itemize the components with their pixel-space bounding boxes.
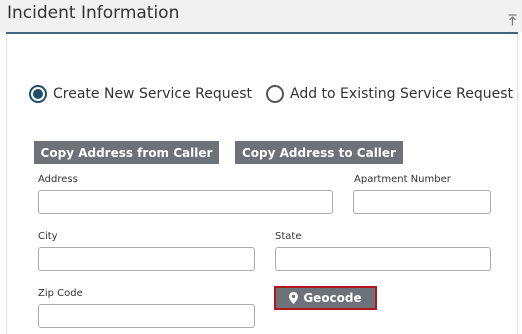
zip-code-label: Zip Code xyxy=(38,288,83,299)
panel-border-left xyxy=(6,34,7,334)
radio-label-create-new: Create New Service Request xyxy=(53,86,253,102)
radio-create-new-request[interactable]: Create New Service Request xyxy=(29,84,252,104)
map-marker-icon xyxy=(289,292,299,304)
collapse-up-icon[interactable] xyxy=(508,11,517,26)
apartment-number-label: Apartment Number xyxy=(354,174,451,185)
header-divider xyxy=(6,32,518,34)
state-label: State xyxy=(275,231,302,242)
panel-header: Incident Information xyxy=(0,0,522,32)
radio-button-selected[interactable] xyxy=(29,85,47,103)
copy-address-to-caller-button[interactable]: Copy Address to Caller xyxy=(235,141,403,164)
radio-label-add-existing: Add to Existing Service Request xyxy=(290,86,514,102)
copy-address-from-caller-button[interactable]: Copy Address from Caller xyxy=(34,141,219,164)
zip-code-input[interactable] xyxy=(38,304,255,328)
city-label: City xyxy=(38,231,58,242)
city-input[interactable] xyxy=(38,247,255,271)
address-input[interactable] xyxy=(38,190,333,214)
address-label: Address xyxy=(38,174,78,185)
geocode-label: Geocode xyxy=(303,291,362,305)
state-input[interactable] xyxy=(275,247,491,271)
panel-title: Incident Information xyxy=(7,3,180,23)
geocode-button[interactable]: Geocode xyxy=(274,286,377,310)
radio-add-to-existing-request[interactable]: Add to Existing Service Request xyxy=(266,84,513,104)
radio-button-unselected[interactable] xyxy=(266,85,284,103)
apartment-number-input[interactable] xyxy=(353,190,491,214)
panel-border-right xyxy=(517,34,518,334)
